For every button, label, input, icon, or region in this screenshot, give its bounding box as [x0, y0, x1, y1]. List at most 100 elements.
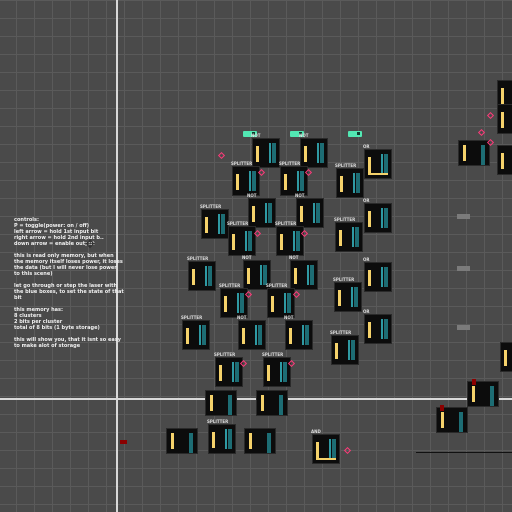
splitter-gate[interactable]: SPLITTER: [275, 221, 304, 256]
splitter-gate[interactable]: SPLITTER: [219, 283, 248, 318]
laser-bar: [305, 325, 309, 345]
laser-bar: [258, 325, 262, 345]
memory-cell[interactable]: [458, 140, 490, 166]
not-gate[interactable]: NOT: [247, 193, 276, 228]
input-bar: [368, 157, 371, 173]
laser-bar: [355, 227, 359, 247]
laser-bar: [332, 439, 336, 459]
instructions-panel: controls: P = toggle(power: on / off) le…: [14, 217, 124, 349]
memory-cell[interactable]: [244, 428, 276, 454]
input-bar: [247, 268, 250, 284]
splitter-gate[interactable]: SPLITTER: [333, 277, 362, 312]
splitter-gate[interactable]: SPLITTER: [227, 221, 256, 256]
not-gate[interactable]: NOT: [284, 315, 313, 350]
input-bar: [249, 433, 252, 449]
input-bar: [219, 365, 222, 381]
laser-bar: [283, 362, 287, 382]
laser-bar: [269, 143, 271, 163]
not-gate[interactable]: NOT: [289, 255, 318, 290]
splitter-gate[interactable]: SPLITTER: [334, 217, 363, 252]
splitter-gate[interactable]: SPLITTER: [200, 204, 229, 239]
not-gate[interactable]: NOT: [251, 133, 280, 168]
control-line: down arrow = enable output: [14, 241, 95, 247]
not-gate[interactable]: NOT: [237, 315, 266, 350]
gate-label: SPLITTER: [266, 283, 288, 288]
laser-bar: [202, 325, 206, 345]
laser-bar: [189, 433, 193, 453]
and-gate[interactable]: AND: [311, 429, 340, 464]
or-gate[interactable]: OR: [363, 309, 392, 344]
crosshair-cursor-icon: ✥: [85, 237, 96, 251]
gate-label: SPLITTER: [200, 204, 222, 209]
memory-cell[interactable]: [497, 104, 512, 134]
laser-bar: [356, 173, 360, 193]
laser-bar: [353, 173, 355, 193]
laser-bar: [199, 325, 201, 345]
memory-cell[interactable]: [205, 390, 237, 416]
red-marker: [472, 379, 476, 385]
input-bar: [284, 174, 287, 190]
splitter-gate[interactable]: SPLITTER: [207, 419, 236, 454]
memory-cell[interactable]: [497, 145, 512, 175]
laser-bar: [284, 293, 286, 313]
laser-bar: [459, 412, 463, 432]
wire-line: [416, 452, 512, 453]
input-switch[interactable]: [348, 131, 362, 137]
laser-bar: [267, 433, 271, 453]
splitter-gate[interactable]: SPLITTER: [266, 283, 295, 318]
or-gate[interactable]: OR: [363, 257, 392, 292]
laser-bar: [265, 203, 267, 223]
memory-cell[interactable]: [500, 342, 512, 372]
splitter-gate[interactable]: SPLITTER: [335, 163, 364, 198]
sensor-pad: [457, 266, 470, 271]
input-bar: [501, 88, 504, 104]
laser-bar: [221, 214, 225, 234]
laser-bar: [381, 267, 383, 287]
splitter-gate[interactable]: SPLITTER: [187, 256, 216, 291]
input-bar: [261, 395, 264, 411]
laser-bar: [320, 143, 324, 163]
input-bar: [236, 174, 239, 190]
not-gate[interactable]: NOT: [295, 193, 324, 228]
laser-bar: [381, 154, 383, 174]
splitter-gate[interactable]: SPLITTER: [330, 330, 359, 365]
splitter-gate[interactable]: SPLITTER: [181, 315, 210, 350]
laser-bar: [297, 171, 299, 191]
or-gate[interactable]: OR: [363, 144, 392, 179]
input-bar: [504, 350, 507, 366]
not-gate[interactable]: NOT: [299, 133, 328, 168]
memory-cell[interactable]: [256, 390, 288, 416]
laser-bar: [384, 267, 388, 287]
gate-label: NOT: [299, 133, 309, 138]
splitter-gate[interactable]: SPLITTER: [231, 161, 260, 196]
input-bar: [339, 230, 342, 246]
gate-label: OR: [363, 309, 370, 314]
laser-bar: [263, 265, 267, 285]
laser-bar: [268, 203, 272, 223]
laser-bar: [280, 362, 282, 382]
gate-label: NOT: [251, 133, 261, 138]
splitter-gate[interactable]: SPLITTER: [279, 161, 308, 196]
laser-bar: [313, 203, 315, 223]
laser-bar: [255, 325, 257, 345]
laser-bar: [348, 340, 350, 360]
splitter-gate[interactable]: SPLITTER: [262, 352, 291, 387]
laser-bar: [481, 145, 485, 165]
splitter-gate[interactable]: SPLITTER: [214, 352, 243, 387]
laser-bar: [228, 395, 232, 415]
memory-cell[interactable]: [166, 428, 198, 454]
input-bar: [368, 211, 371, 227]
gate-label: SPLITTER: [187, 256, 209, 261]
laser-bar: [307, 265, 309, 285]
instructions-paragraph: this will show you, that it isnt so easy…: [14, 337, 121, 349]
laser-bar: [317, 143, 319, 163]
laser-bar: [205, 266, 207, 286]
laser-bar: [490, 386, 494, 406]
gate-label: SPLITTER: [335, 163, 357, 168]
laser-marker-icon: [477, 128, 486, 137]
or-gate[interactable]: OR: [363, 198, 392, 233]
input-bar: [242, 328, 245, 344]
sensor-pad: [457, 214, 470, 219]
input-bar: [501, 112, 504, 128]
input-bar: [192, 269, 195, 285]
